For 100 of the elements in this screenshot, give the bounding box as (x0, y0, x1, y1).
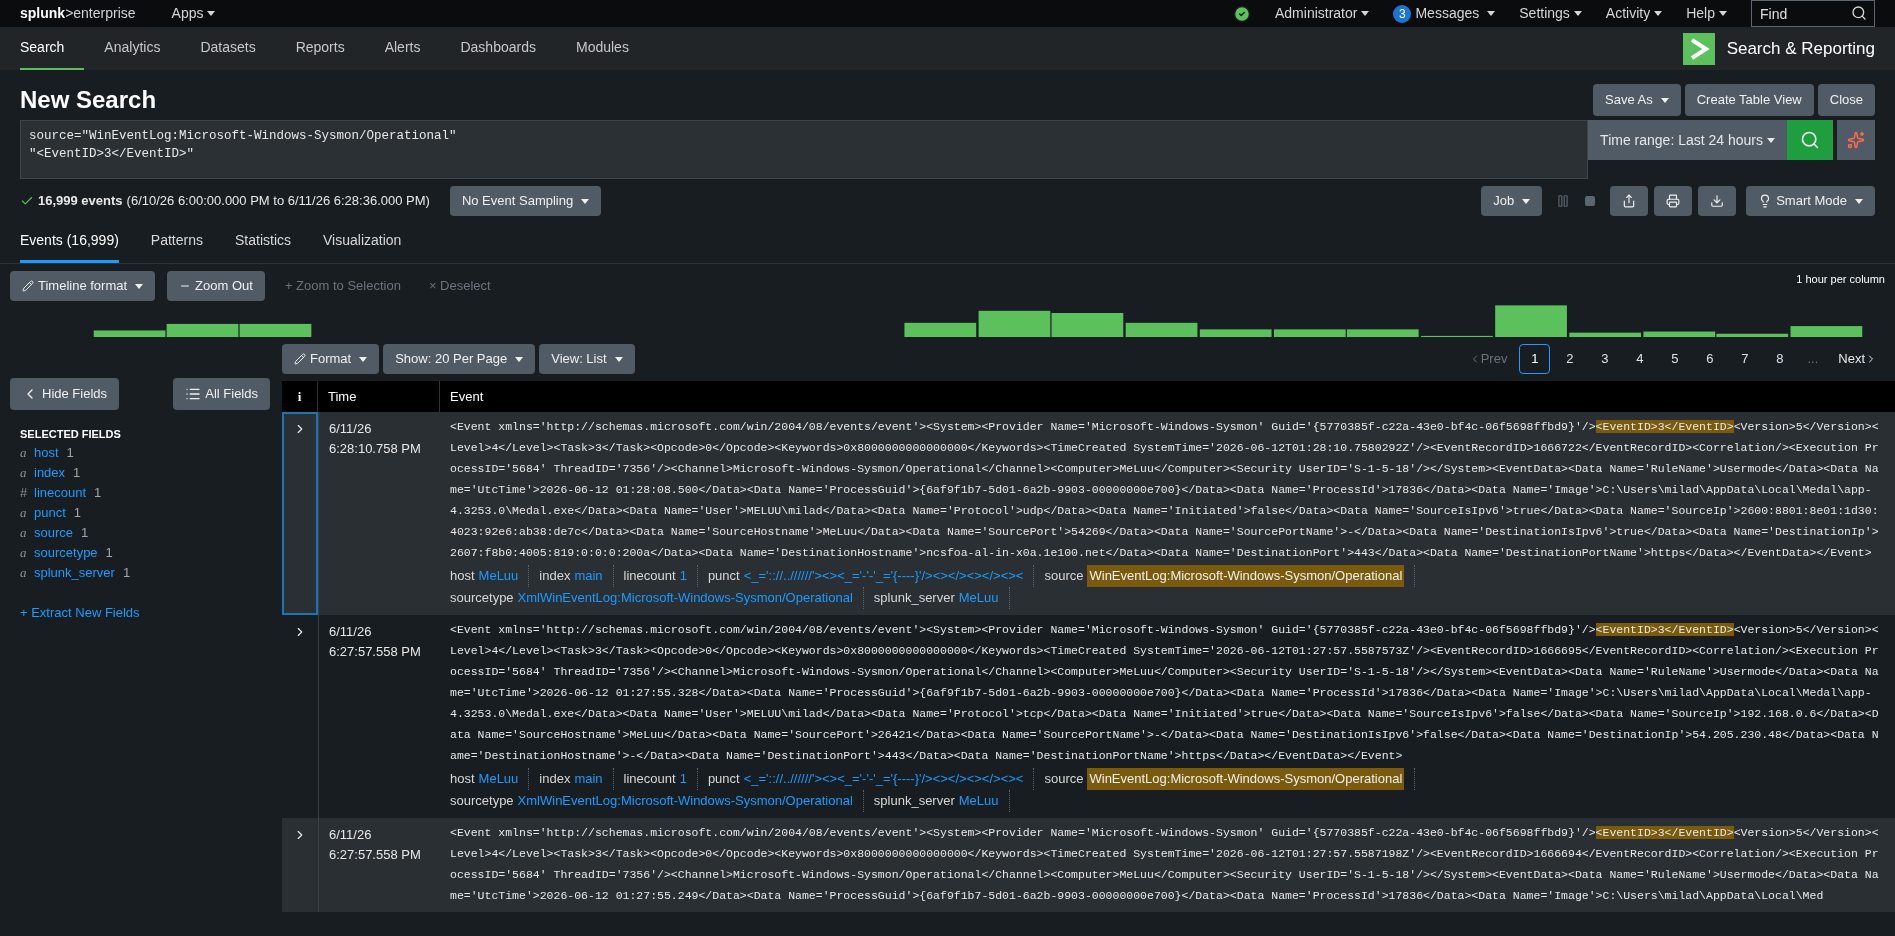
top-menu[interactable]: Activity (1605, 3, 1663, 24)
field-link[interactable]: punct (34, 502, 66, 523)
field-value[interactable]: main (574, 565, 603, 587)
caret-icon (1660, 97, 1669, 103)
string-type-icon: a (20, 542, 30, 563)
event-raw-text: <Event xmlns='http://schemas.microsoft.com/win/2004/08/events/event'><System><Provider Name='Microsoft-Windows-Sysmon' Guid='{5770385f-c22a-43e0-bf4c-06f5698ffbd9}'/><EventID>3</EventID><Version>5</Version><Level>4</Level><Task>3</Task><Opcode>0</Opcode><Keywords>0x8000000000000000</Keywords><TimeCreated SystemTime='2026-06-12T01:27:57.5587573Z'/><EventRecordID>1666695</EventRecordID><Correlation/><Execution ProcessID='5684' ThreadID='7356'/><Channel>Microsoft-Windows-Sysmon/Operational</Channel><Computer>MeLuu</Computer><Security UserID='S-1-5-18'/></System><EventData><Data Name='RuleName'>Usermode</Data><Data Name='UtcTime'>2026-06-12 01:27:55.328</Data><Data Name='ProcessGuid'>{6af9f1b7-5d01-6a2b-9903-00000000e700}</Data><Data Name='ProcessId'>17836</Data><Data Name='Image'>C:\Users\milad\AppData\Local\Medal\app-4.3253.0\Medal.exe</Data><Data Name='User'>MELUU\milad</Data><Data Name='Protocol'>tcp</Data><Data Name='Initiated'>true</Data><Data Name='SourceIsIpv6'>false</Data><Data Name='SourceIp'>192.168.0.6</Data><Data Name='SourceHostname'>MeLuu</Data><Data Name='SourcePort'>26421</Data><Data Name='SourcePortName'>-</Data><Data Name='DestinationIsIpv6'>false</Data><Data Name='DestinationIp'>54.205.230.48</Data><Data Name='DestinationHostname'>-</Data><Data Name='DestinationPort'>443</Data><Data Name='DestinationPortName'>https</Data></EventData></Event> (450, 622, 1880, 764)
search-mode-menu[interactable]: Smart Mode (1746, 186, 1875, 216)
hide-fields-button[interactable]: Hide Fields (10, 378, 120, 410)
per-page-menu[interactable]: Show: 20 Per Page (383, 344, 536, 374)
histogram-bar[interactable] (904, 322, 977, 337)
page-button[interactable]: 3 (1589, 344, 1621, 374)
nav-tab[interactable]: Datasets (180, 27, 276, 70)
search-query-field[interactable]: source="WinEventLog:Microsoft-Windows-Sysmon/Operational" "<EventID>3</EventID>" (20, 120, 1589, 179)
field-link[interactable]: linecount (34, 482, 87, 503)
result-tab[interactable]: Patterns (150, 221, 203, 263)
histogram-bar[interactable] (1569, 332, 1642, 337)
page-button[interactable]: 4 (1624, 344, 1656, 374)
histogram-bar[interactable] (1643, 331, 1716, 337)
histogram-bar[interactable] (166, 323, 239, 337)
field-value[interactable]: main (574, 768, 603, 790)
field-value[interactable]: MeLuu (958, 587, 999, 609)
histogram-bar[interactable] (1790, 326, 1863, 337)
page-button[interactable]: 8 (1764, 344, 1796, 374)
export-button[interactable] (1698, 186, 1737, 216)
deselect-button[interactable]: × Deselect (420, 276, 499, 296)
field-value[interactable]: MeLuu (958, 790, 999, 812)
result-tab[interactable]: Visualization (323, 221, 402, 263)
messages-menu[interactable]: 3 Messages (1393, 3, 1496, 24)
user-menu[interactable]: Administrator (1275, 3, 1370, 24)
page-button[interactable]: 1 (1519, 344, 1551, 374)
field-value[interactable]: 1 (679, 565, 687, 587)
field-value[interactable]: MeLuu (478, 565, 519, 587)
view-menu[interactable]: View: List (539, 344, 635, 374)
histogram-bar[interactable] (1051, 313, 1124, 337)
expand-toggle[interactable] (282, 412, 318, 615)
page-button[interactable]: 7 (1729, 344, 1761, 374)
assistant-button[interactable] (1837, 120, 1875, 160)
find-field[interactable]: Find (1751, 0, 1875, 27)
field-count: 1 (81, 523, 89, 542)
next-page-button[interactable]: Next (1830, 349, 1885, 369)
result-tab[interactable]: Events (16,999) (20, 221, 119, 263)
search-button[interactable] (1787, 120, 1833, 160)
page-button[interactable]: 2 (1554, 344, 1586, 374)
job-menu[interactable]: Job (1481, 186, 1543, 216)
format-menu[interactable]: Format (282, 344, 380, 374)
timeline-format-menu[interactable]: Timeline format (10, 271, 156, 301)
field-link[interactable]: host (34, 442, 59, 463)
field-link[interactable]: index (34, 462, 66, 483)
nav-tab[interactable]: Analytics (84, 27, 181, 70)
number-type-icon: # (20, 482, 30, 503)
caret-icon (614, 356, 623, 362)
zoom-to-selection-button[interactable]: + Zoom to Selection (276, 276, 409, 296)
field-link[interactable]: source (34, 522, 74, 543)
page-button[interactable]: 5 (1659, 344, 1691, 374)
header-button[interactable]: Close (1817, 84, 1875, 116)
time-range-picker[interactable]: Time range: Last 24 hours (1588, 120, 1787, 160)
event-date: 6/11/26 (329, 623, 373, 641)
print-button[interactable] (1654, 186, 1693, 216)
field-value[interactable]: <_=':://..//////'><><_='-'-'_='{----}'/><></><></><>< (743, 565, 1024, 587)
field-value[interactable]: 1 (679, 768, 687, 790)
field-value[interactable]: WinEventLog:Microsoft-Windows-Sysmon/Operational (1087, 768, 1405, 790)
apps-menu[interactable]: Apps (171, 3, 216, 24)
share-button[interactable] (1610, 186, 1649, 216)
timeline-scale-label: 1 hour per column (1796, 272, 1885, 287)
field-value[interactable]: XmlWinEventLog:Microsoft-Windows-Sysmon/Operational (517, 587, 853, 609)
header-button[interactable]: Save As (1593, 84, 1681, 116)
printer-icon (1666, 194, 1681, 208)
histogram-bar[interactable] (239, 323, 312, 337)
field-value[interactable]: <_=':://..//////'><><_='-'-'_='{----}'/><></><></><>< (743, 768, 1024, 790)
nav-tab[interactable]: Dashboards (440, 27, 556, 70)
field-link[interactable]: splunk_server (34, 562, 115, 583)
app-title: Search & Reporting (1726, 37, 1875, 60)
caret-icon (581, 198, 590, 204)
all-fields-button[interactable]: All Fields (173, 378, 270, 410)
page-button[interactable]: 6 (1694, 344, 1726, 374)
header-button[interactable]: Create Table View (1684, 84, 1814, 116)
zoom-out-button[interactable]: Zoom Out (167, 271, 265, 301)
histogram-bar[interactable] (978, 310, 1051, 337)
histogram-bar[interactable] (1125, 322, 1198, 337)
sampling-dropdown[interactable]: No Event Sampling (449, 186, 602, 216)
top-menu[interactable]: Settings (1519, 3, 1582, 24)
field-value[interactable]: MeLuu (478, 768, 519, 790)
field-value[interactable]: XmlWinEventLog:Microsoft-Windows-Sysmon/Operational (517, 790, 853, 812)
field-link[interactable]: sourcetype (34, 542, 98, 563)
top-menu[interactable]: Help (1686, 3, 1727, 24)
nav-tab[interactable]: Reports (275, 27, 365, 70)
histogram-bar[interactable] (93, 330, 166, 337)
splunk-logo[interactable]: splunk>enterprise (20, 3, 136, 24)
field-key: splunk_server (873, 790, 955, 812)
share-icon (1622, 194, 1637, 208)
nav-tab[interactable]: Search (20, 27, 85, 70)
stop-icon[interactable] (1584, 195, 1597, 207)
field-value[interactable]: WinEventLog:Microsoft-Windows-Sysmon/Operational (1087, 565, 1405, 587)
previous-page-button[interactable]: Prev (1460, 349, 1516, 369)
pause-icon[interactable] (1556, 194, 1571, 208)
extract-fields-link[interactable]: + Extract New Fields (10, 602, 150, 622)
nav-tab[interactable]: Alerts (364, 27, 441, 70)
histogram-bar[interactable] (1716, 333, 1789, 337)
result-tab[interactable]: Statistics (235, 221, 291, 263)
nav-tab[interactable]: Modules (555, 27, 649, 70)
